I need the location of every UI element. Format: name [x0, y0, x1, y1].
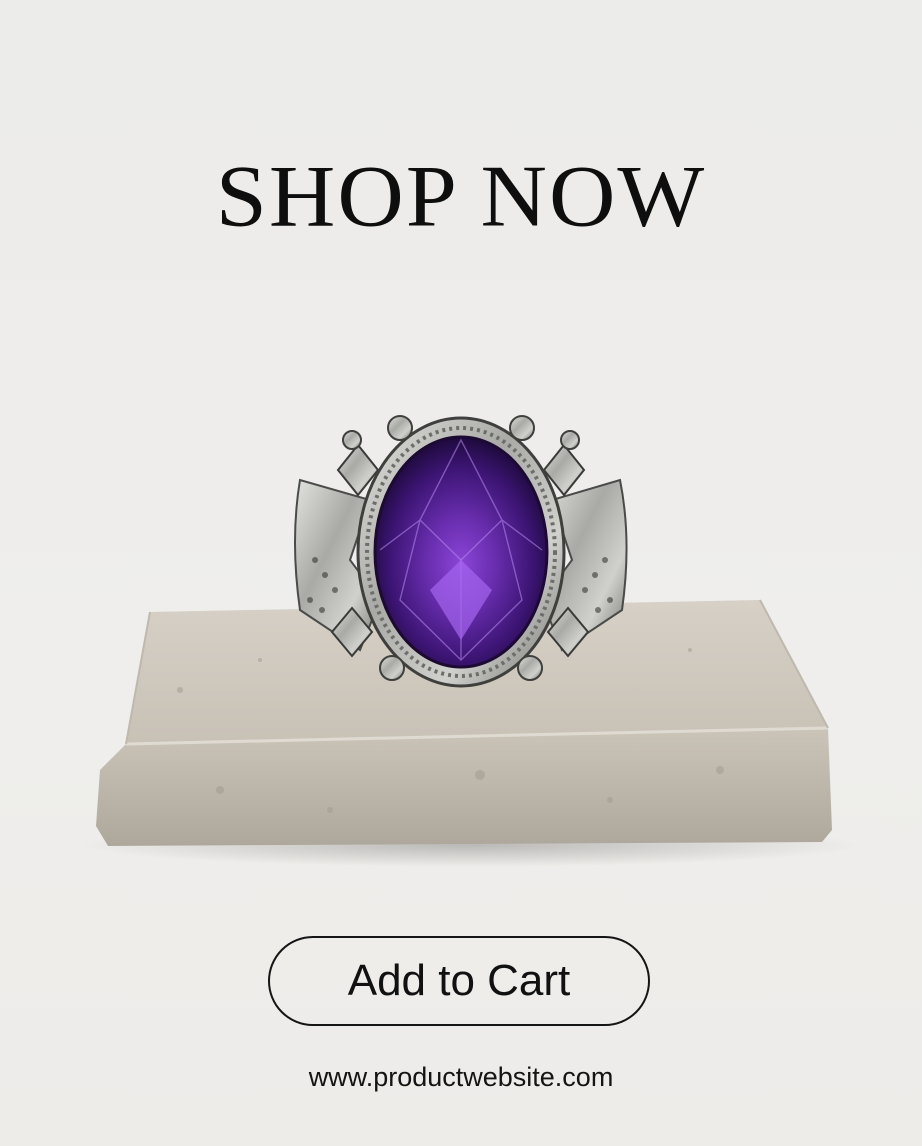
- add-to-cart-button[interactable]: Add to Cart: [268, 936, 650, 1026]
- website-url: www.productwebsite.com: [308, 1062, 614, 1092]
- ring: [294, 415, 628, 688]
